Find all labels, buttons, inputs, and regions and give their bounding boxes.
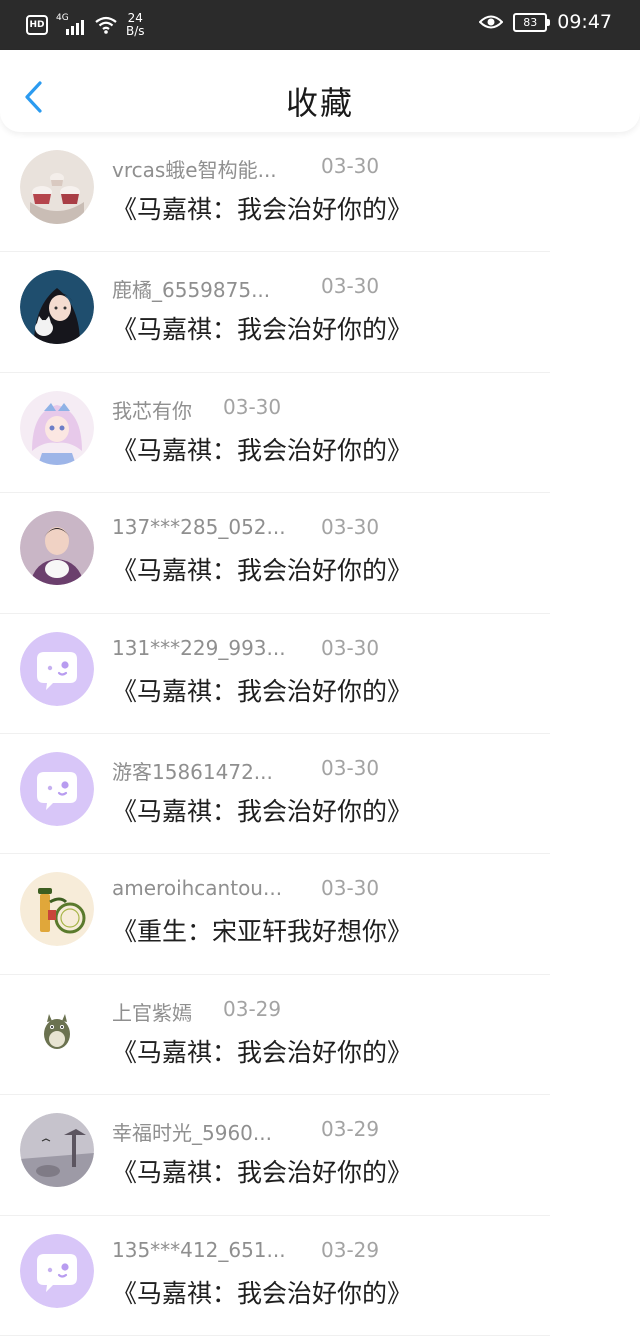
battery-icon: 83 bbox=[513, 12, 551, 32]
book-title[interactable]: 《重生：宋亚轩我好想你》 bbox=[112, 912, 412, 948]
book-title[interactable]: 《马嘉祺：我会治好你的》 bbox=[112, 1033, 412, 1069]
book-title[interactable]: 《马嘉祺：我会治好你的》 bbox=[112, 792, 412, 828]
list-item[interactable]: 上官紫嫣 03-29 《马嘉祺：我会治好你的》 bbox=[0, 975, 640, 1096]
username: ameroihcantou... bbox=[112, 876, 283, 901]
username: vrcas蛾e智构能... bbox=[112, 158, 277, 182]
avatar[interactable] bbox=[20, 390, 94, 465]
date-label: 03-30 bbox=[321, 755, 380, 780]
username: 幸福时光_5960... bbox=[112, 1121, 272, 1146]
date-label: 03-29 bbox=[321, 1237, 380, 1262]
hd-icon: HD bbox=[26, 15, 48, 35]
username: 上官紫嫣 bbox=[112, 1000, 192, 1025]
date-label: 03-30 bbox=[321, 635, 380, 660]
list-item[interactable]: 我芯有你 03-30 《马嘉祺：我会治好你的》 bbox=[0, 373, 640, 494]
date-label: 03-29 bbox=[223, 996, 282, 1021]
book-title[interactable]: 《马嘉祺：我会治好你的》 bbox=[112, 310, 412, 346]
book-title[interactable]: 《马嘉祺：我会治好你的》 bbox=[112, 672, 412, 708]
book-title[interactable]: 《马嘉祺：我会治好你的》 bbox=[112, 431, 412, 467]
username: 鹿橘_6559875... bbox=[112, 278, 271, 303]
default-avatar-icon[interactable] bbox=[20, 751, 94, 826]
book-title[interactable]: 《马嘉祺：我会治好你的》 bbox=[112, 1153, 412, 1189]
status-right: 83 09:47 bbox=[479, 11, 612, 33]
avatar[interactable] bbox=[20, 511, 94, 586]
date-label: 03-30 bbox=[321, 154, 380, 178]
favorites-list: vrcas蛾e智构能... 03-30 《马嘉祺：我会治好你的》 鹿橘_6559… bbox=[0, 132, 640, 1336]
page-title: 收藏 bbox=[285, 84, 354, 122]
list-item[interactable]: 131***229_993... 03-30 《马嘉祺：我会治好你的》 bbox=[0, 614, 640, 734]
eye-comfort-icon bbox=[479, 15, 504, 29]
avatar[interactable] bbox=[20, 872, 94, 947]
date-label: 03-30 bbox=[223, 394, 282, 419]
list-item[interactable]: 幸福时光_5960... 03-29 《马嘉祺：我会治好你的》 bbox=[0, 1095, 640, 1216]
list-item[interactable]: vrcas蛾e智构能... 03-30 《马嘉祺：我会治好你的》 bbox=[0, 132, 640, 253]
nav-bar: 收藏 bbox=[0, 50, 640, 132]
avatar[interactable] bbox=[20, 150, 94, 224]
default-avatar-icon[interactable] bbox=[20, 631, 94, 706]
date-label: 03-30 bbox=[321, 515, 380, 540]
book-title[interactable]: 《马嘉祺：我会治好你的》 bbox=[112, 190, 412, 226]
date-label: 03-30 bbox=[321, 876, 380, 901]
username: 137***285_052... bbox=[112, 515, 286, 540]
book-title[interactable]: 《马嘉祺：我会治好你的》 bbox=[112, 1274, 412, 1310]
date-label: 03-29 bbox=[321, 1117, 380, 1142]
username: 游客15861472... bbox=[112, 759, 273, 784]
cellular-signal-icon: 4G bbox=[56, 13, 86, 35]
wifi-icon bbox=[95, 16, 117, 34]
username: 我芯有你 bbox=[112, 398, 192, 423]
speed-value: 24 bbox=[127, 11, 143, 25]
status-bar: HD 4G 24 B/s 83 09:47 bbox=[0, 0, 640, 50]
username: 135***412_651... bbox=[112, 1237, 286, 1262]
network-speed: 24 B/s bbox=[126, 12, 145, 38]
default-avatar-icon[interactable] bbox=[20, 1233, 94, 1308]
status-left: HD 4G 24 B/s bbox=[26, 12, 145, 38]
username: 131***229_993... bbox=[112, 635, 286, 660]
list-item[interactable]: 游客15861472... 03-30 《马嘉祺：我会治好你的》 bbox=[0, 734, 640, 855]
book-title[interactable]: 《马嘉祺：我会治好你的》 bbox=[112, 551, 412, 587]
avatar[interactable] bbox=[20, 270, 94, 345]
list-item[interactable]: 137***285_052... 03-30 《马嘉祺：我会治好你的》 bbox=[0, 493, 640, 614]
clock: 09:47 bbox=[557, 11, 612, 33]
list-item[interactable]: 135***412_651... 03-29 《马嘉祺：我会治好你的》 bbox=[0, 1216, 640, 1336]
list-item[interactable]: ameroihcantou... 03-30 《重生：宋亚轩我好想你》 bbox=[0, 854, 640, 975]
avatar[interactable] bbox=[20, 992, 94, 1067]
avatar[interactable] bbox=[20, 1113, 94, 1188]
list-item[interactable]: 鹿橘_6559875... 03-30 《马嘉祺：我会治好你的》 bbox=[0, 252, 640, 373]
date-label: 03-30 bbox=[321, 274, 380, 299]
speed-unit: B/s bbox=[126, 24, 145, 38]
